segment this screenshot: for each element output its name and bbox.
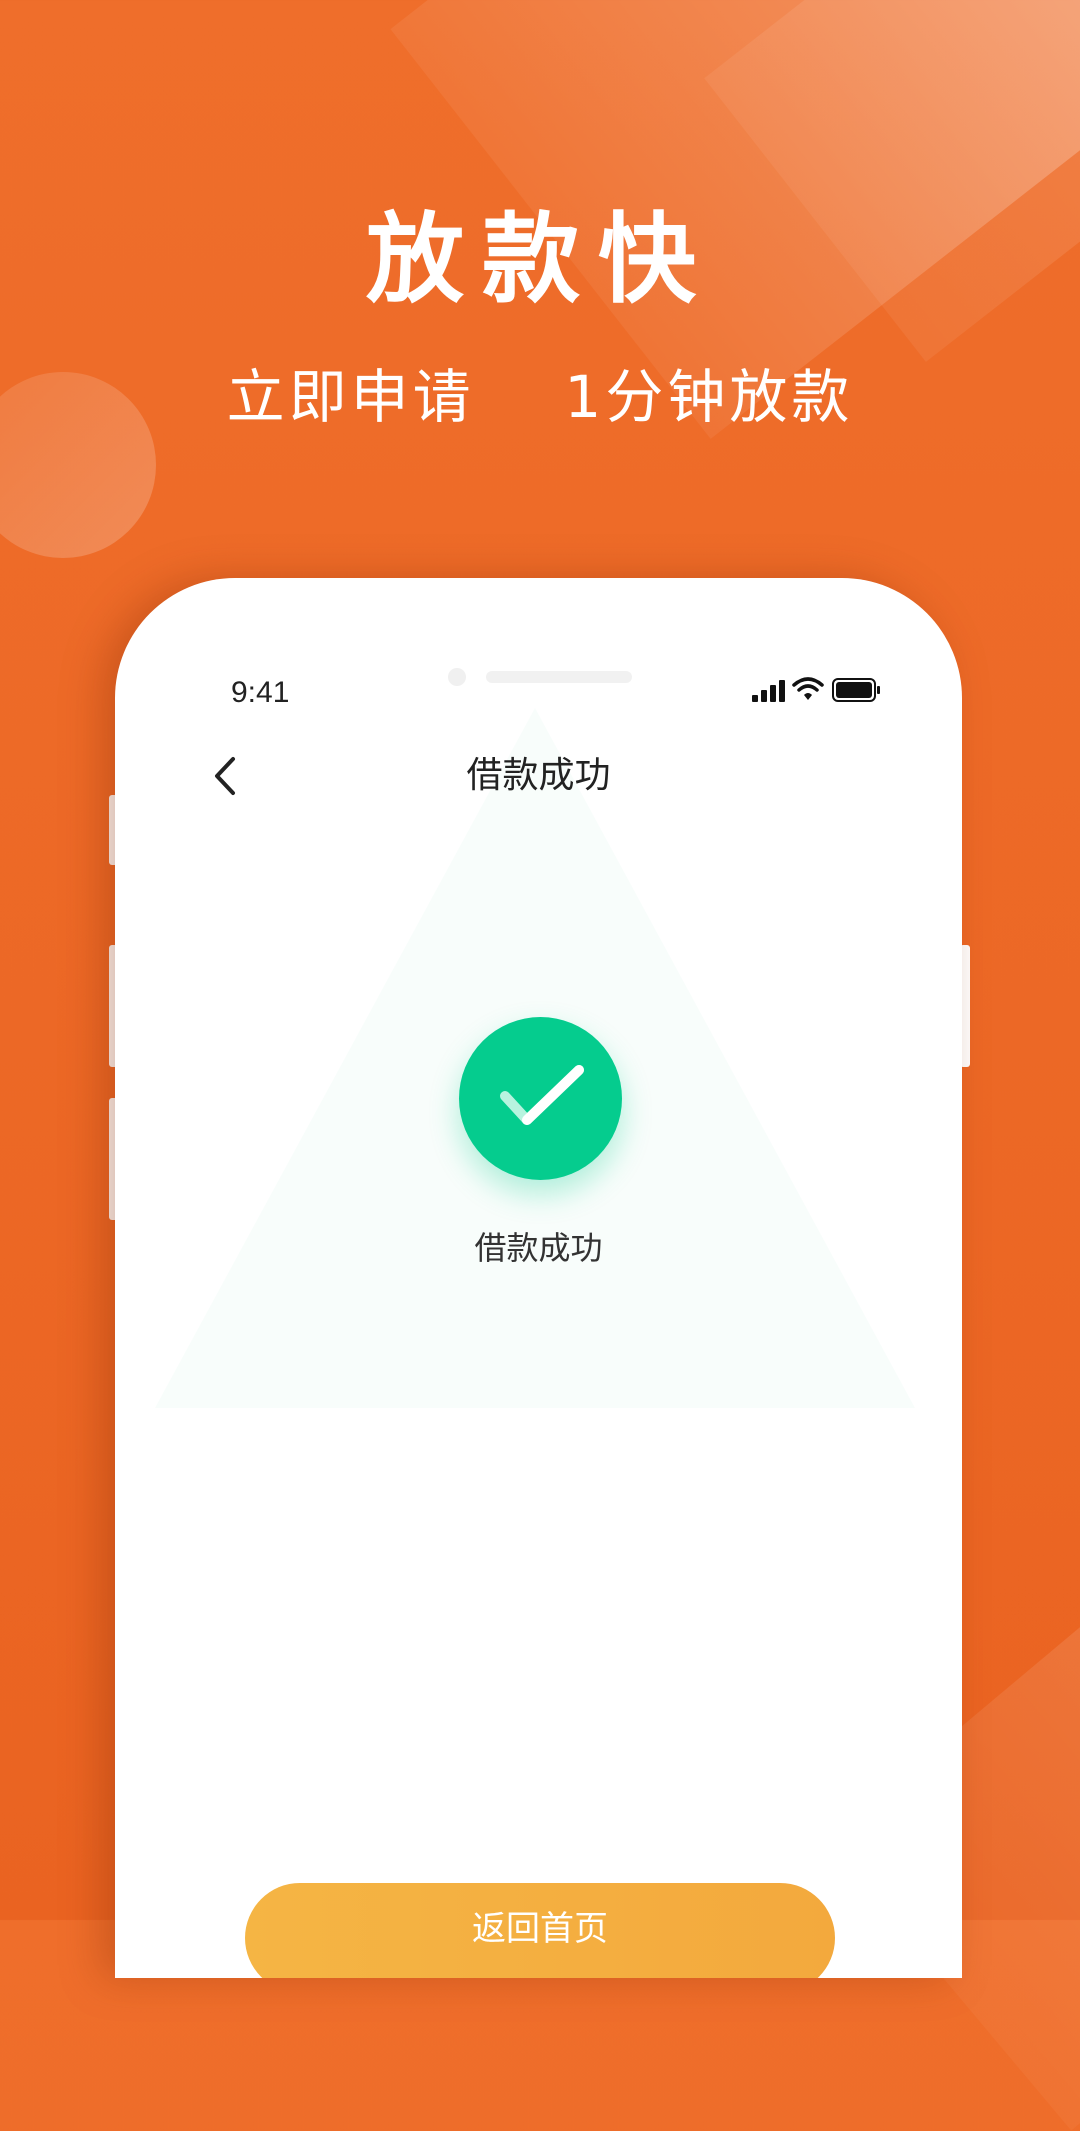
phone-speaker	[486, 671, 632, 683]
phone-mockup: 9:41 借款成功 借款成功 返回首页	[115, 578, 962, 1978]
success-badge	[459, 1017, 622, 1180]
wifi-icon	[792, 677, 824, 700]
status-icons	[752, 676, 892, 706]
success-label: 借款成功	[474, 1229, 603, 1267]
page-title: 借款成功	[466, 755, 611, 796]
status-time: 9:41	[231, 676, 290, 709]
signal-icon	[752, 680, 785, 702]
phone-camera	[448, 668, 466, 686]
hero-title: 放款快	[365, 203, 714, 317]
battery-icon	[832, 678, 880, 702]
home-button[interactable]: 返回首页	[245, 1883, 835, 1978]
check-icon	[500, 1065, 584, 1125]
hero-subtitle: 立即申请 1分钟放款	[226, 363, 854, 431]
